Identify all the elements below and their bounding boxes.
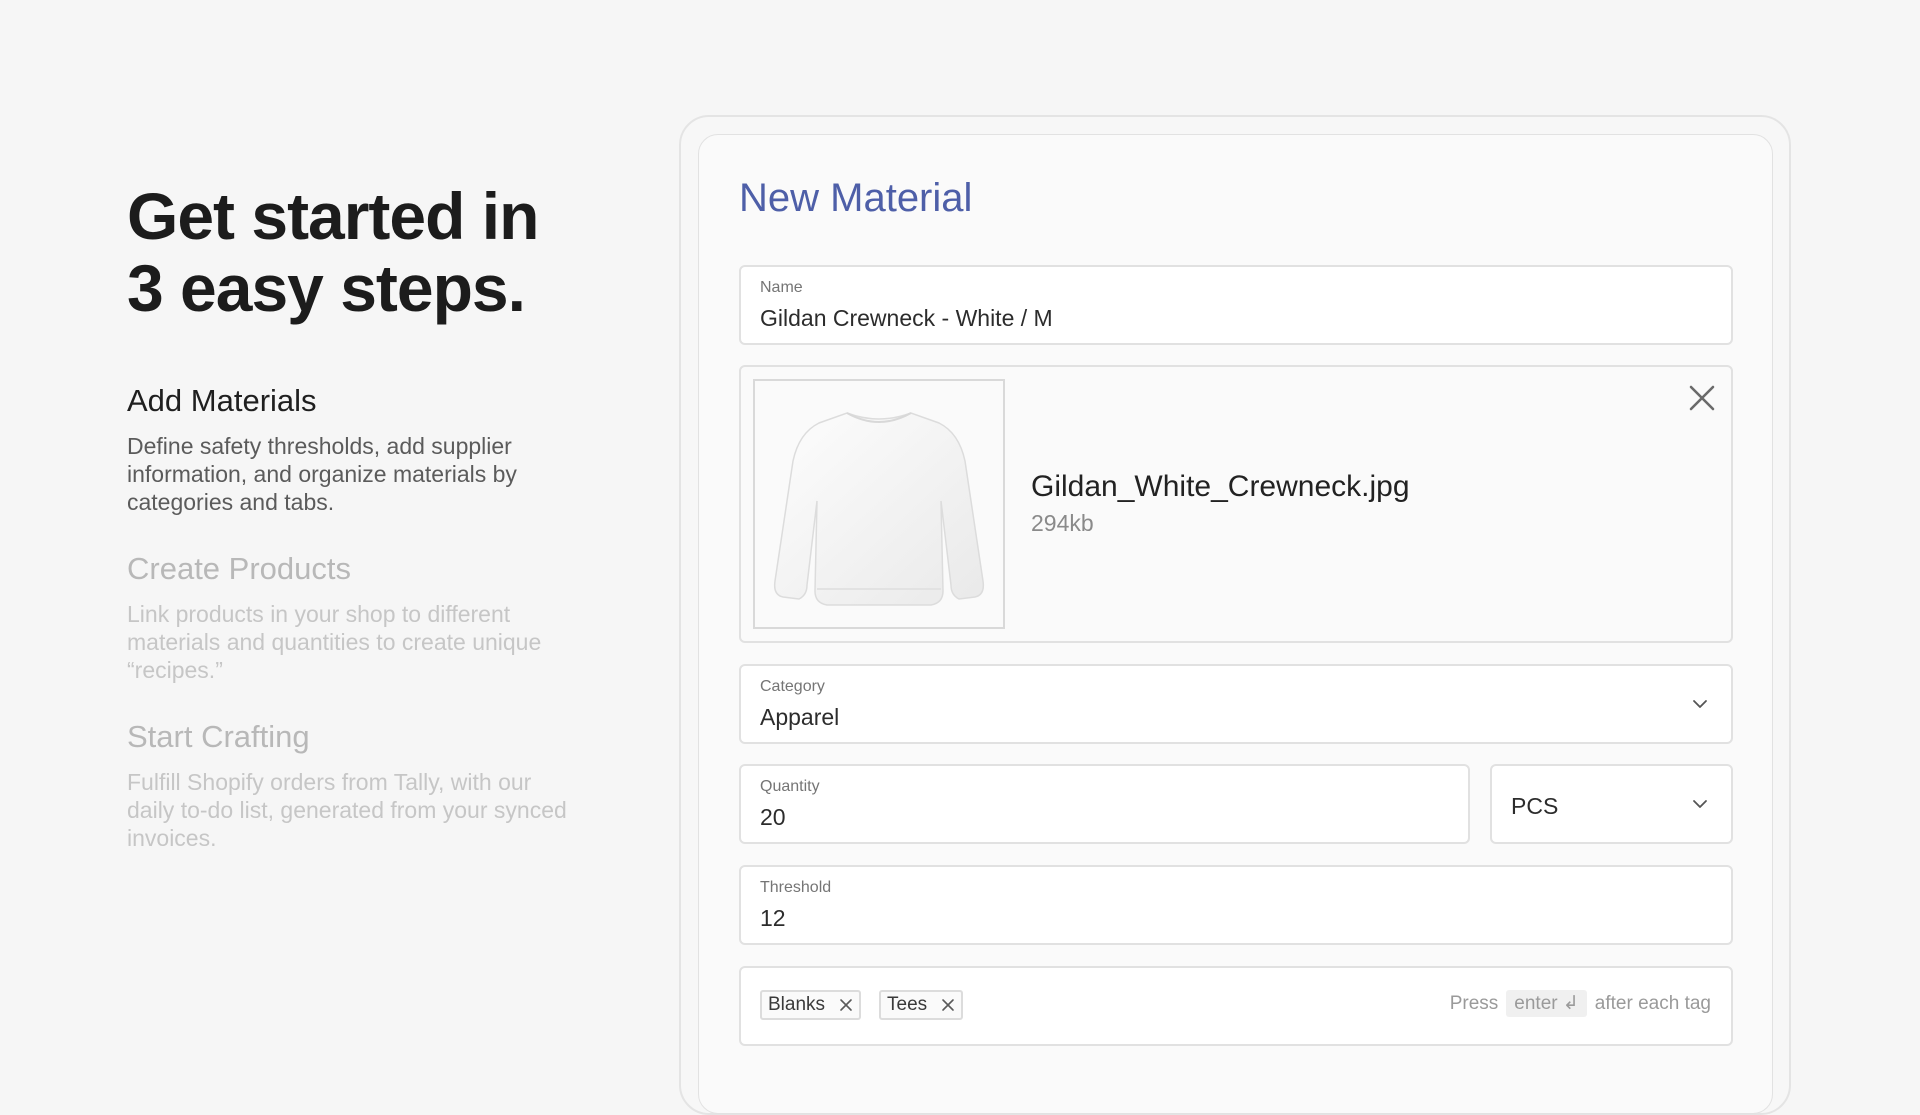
hint-suffix: after each tag bbox=[1594, 992, 1711, 1014]
step-title: Add Materials bbox=[127, 383, 317, 418]
category-value: Apparel bbox=[760, 704, 840, 730]
chevron-down-icon bbox=[1693, 800, 1707, 808]
step-title: Create Products bbox=[127, 551, 351, 586]
step-description: Link products in your shop to different … bbox=[127, 601, 542, 683]
close-icon[interactable] bbox=[839, 998, 853, 1012]
form-title: New Material bbox=[739, 176, 973, 220]
step-start-crafting: Start Crafting Fulfill Shopify orders fr… bbox=[127, 718, 567, 852]
threshold-value[interactable]: 12 bbox=[760, 905, 786, 932]
sweatshirt-image bbox=[773, 412, 985, 606]
unit-value: PCS bbox=[1511, 793, 1559, 819]
quantity-label: Quantity bbox=[760, 778, 820, 795]
step-title: Start Crafting bbox=[127, 719, 310, 754]
hero-heading: Get started in 3 easy steps. bbox=[127, 180, 567, 324]
threshold-field[interactable]: Threshold 12 bbox=[739, 865, 1733, 945]
close-icon[interactable] bbox=[1687, 383, 1717, 413]
quantity-value[interactable]: 20 bbox=[760, 804, 786, 831]
step-description: Define safety thresholds, add supplier i… bbox=[127, 433, 517, 515]
file-name: Gildan_White_Crewneck.jpg bbox=[1031, 470, 1410, 503]
threshold-label: Threshold bbox=[760, 879, 832, 896]
chevron-down-icon bbox=[1693, 700, 1707, 708]
name-value[interactable]: Gildan Crewneck - White / M bbox=[760, 305, 1053, 332]
tag-label: Tees bbox=[887, 994, 928, 1015]
close-icon[interactable] bbox=[941, 998, 955, 1012]
step-add-materials: Add Materials Define safety thresholds, … bbox=[127, 382, 567, 516]
file-size: 294kb bbox=[1031, 510, 1094, 536]
tags-input[interactable]: Blanks Tees Press enter ↲ after each tag bbox=[739, 966, 1733, 1046]
enter-key-badge: enter ↲ bbox=[1506, 990, 1587, 1017]
unit-select[interactable]: PCS bbox=[1490, 764, 1733, 844]
tag-hint: Press enter ↲ after each tag bbox=[1450, 990, 1711, 1017]
image-thumbnail bbox=[753, 379, 1005, 629]
step-create-products: Create Products Link products in your sh… bbox=[127, 550, 567, 684]
category-label: Category bbox=[760, 678, 825, 695]
step-description: Fulfill Shopify orders from Tally, with … bbox=[127, 769, 567, 851]
category-select[interactable]: Category Apparel bbox=[739, 664, 1733, 744]
intro-panel: Get started in 3 easy steps. Add Materia… bbox=[127, 180, 567, 852]
hero-line-1: Get started in bbox=[127, 179, 539, 253]
hint-prefix: Press bbox=[1449, 992, 1499, 1014]
image-upload-panel[interactable]: Gildan_White_Crewneck.jpg 294kb bbox=[739, 365, 1733, 643]
tag-label: Blanks bbox=[768, 994, 826, 1015]
tag-chip-tees: Tees bbox=[879, 990, 964, 1020]
tag-chip-blanks: Blanks bbox=[760, 990, 862, 1020]
quantity-field[interactable]: Quantity 20 bbox=[739, 764, 1470, 844]
name-field[interactable]: Name Gildan Crewneck - White / M bbox=[739, 265, 1733, 345]
name-label: Name bbox=[760, 279, 803, 296]
hero-line-2: 3 easy steps. bbox=[127, 251, 526, 325]
